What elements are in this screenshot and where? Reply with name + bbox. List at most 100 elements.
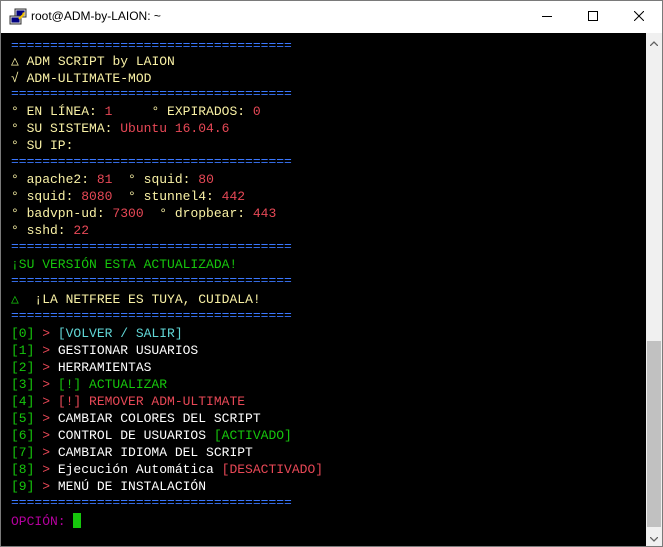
stunnel-value: 442 [221, 189, 246, 204]
sshd-value: 22 [73, 223, 90, 238]
scrollbar-thumb[interactable] [647, 341, 661, 527]
warning-triangle-icon: △ [11, 292, 19, 307]
maximize-icon [588, 8, 598, 26]
menu-number: [8] [11, 462, 35, 477]
prompt-line[interactable]: OPCIÓN: [11, 513, 82, 530]
separator-line: ==================================== [11, 38, 292, 53]
scroll-down-button[interactable] [646, 529, 662, 546]
menu-number: [9] [11, 479, 35, 494]
online-label: ° EN LÍNEA: [11, 104, 105, 119]
menu-label: [!] REMOVER ADM-ULTIMATE [57, 394, 246, 409]
minimize-button[interactable] [524, 1, 570, 33]
status-online-line: ° EN LÍNEA: 1 ° EXPIRADOS: 0 [11, 103, 261, 120]
ports-line-4: ° sshd: 22 [11, 222, 89, 239]
status-ip-line: ° SU IP: [11, 138, 74, 153]
version-message: ¡SU VERSIÓN ESTA ACTUALIZADA! [11, 257, 238, 272]
menu-arrow: > [34, 360, 58, 375]
menu-label: CONTROL DE USUARIOS [57, 428, 214, 443]
menu-number: [0] [11, 326, 35, 341]
menu-label: CAMBIAR IDIOMA DEL SCRIPT [57, 445, 253, 460]
menu-label: [!] ACTUALIZAR [57, 377, 168, 392]
netfree-message: ¡LA NETFREE ES TUYA, CUIDALA! [18, 292, 261, 307]
menu-arrow: > [34, 445, 58, 460]
menu-item-1[interactable]: [1] > GESTIONAR USUARIOS [11, 342, 198, 359]
ports-line-3: ° badvpn-ud: 7300 ° dropbear: 443 [11, 205, 276, 222]
squid-value: 8080 [81, 189, 113, 204]
squid-label: ° squid: [11, 189, 82, 204]
chevron-up-icon [649, 33, 659, 51]
system-value: Ubuntu 16.04.6 [120, 121, 230, 136]
menu-label: Ejecución Automática [57, 462, 222, 477]
status-badge: [DESACTIVADO] [221, 462, 324, 477]
menu-item-3[interactable]: [3] > [!] ACTUALIZAR [11, 376, 167, 393]
netfree-message-line: △ ¡LA NETFREE ES TUYA, CUIDALA! [11, 291, 261, 308]
window-title: root@ADM-by-LAION: ~ [31, 9, 161, 23]
menu-label: HERRAMIENTAS [57, 360, 152, 375]
menu-arrow: > [34, 479, 58, 494]
text-cursor[interactable] [73, 513, 82, 528]
header-line-1: △ ADM SCRIPT by LAION [11, 54, 175, 69]
ports-line-1: ° apache2: 81 ° squid: 80 [11, 171, 214, 188]
menu-number: [4] [11, 394, 35, 409]
badvpn-label: ° badvpn-ud: [11, 206, 113, 221]
expired-value: 0 [252, 104, 261, 119]
menu-item-2[interactable]: [2] > HERRAMIENTAS [11, 359, 151, 376]
sshd-label: ° sshd: [11, 223, 74, 238]
menu-arrow: > [34, 343, 58, 358]
separator-line: ==================================== [11, 239, 292, 254]
status-badge: [ACTIVADO] [213, 428, 292, 443]
scroll-up-button[interactable] [646, 33, 662, 50]
separator-line: ==================================== [11, 495, 292, 510]
ports-line-2: ° squid: 8080 ° stunnel4: 442 [11, 188, 245, 205]
menu-item-5[interactable]: [5] > CAMBIAR COLORES DEL SCRIPT [11, 410, 261, 427]
chevron-down-icon [649, 529, 659, 547]
separator-line: ==================================== [11, 308, 292, 323]
status-system-line: ° SU SISTEMA: Ubuntu 16.04.6 [11, 120, 229, 137]
apache-value: 81 [96, 172, 113, 187]
separator-line: ==================================== [11, 273, 292, 288]
apache-label: ° apache2: [11, 172, 97, 187]
menu-number: [5] [11, 411, 35, 426]
menu-arrow: > [34, 462, 58, 477]
close-button[interactable] [616, 1, 662, 33]
minimize-icon [542, 8, 552, 26]
menu-label: CAMBIAR COLORES DEL SCRIPT [57, 411, 261, 426]
putty-icon[interactable] [9, 8, 27, 26]
separator-line: ==================================== [11, 154, 292, 169]
menu-item-7[interactable]: [7] > CAMBIAR IDIOMA DEL SCRIPT [11, 444, 253, 461]
squid-value: 80 [198, 172, 214, 187]
dropbear-value: 443 [252, 206, 277, 221]
menu-arrow: > [34, 377, 58, 392]
menu-item-4[interactable]: [4] > [!] REMOVER ADM-ULTIMATE [11, 393, 245, 410]
badvpn-value: 7300 [112, 206, 144, 221]
menu-number: [7] [11, 445, 35, 460]
vertical-scrollbar[interactable] [646, 33, 662, 546]
terminal-output[interactable]: ==================================== △ A… [1, 33, 646, 546]
option-prompt: OPCIÓN: [11, 514, 74, 529]
dropbear-label: ° dropbear: [143, 206, 253, 221]
menu-arrow: > [34, 394, 58, 409]
menu-label: GESTIONAR USUARIOS [57, 343, 199, 358]
menu-arrow: > [34, 411, 58, 426]
menu-label: MENÚ DE INSTALACIÓN [57, 479, 207, 494]
menu-number: [2] [11, 360, 35, 375]
close-icon [633, 8, 645, 26]
maximize-button[interactable] [570, 1, 616, 33]
menu-arrow: > [34, 326, 58, 341]
squid-label: ° squid: [112, 172, 199, 187]
system-label: ° SU SISTEMA: [11, 121, 121, 136]
menu-number: [3] [11, 377, 35, 392]
menu-arrow: > [34, 428, 58, 443]
menu-number: [1] [11, 343, 35, 358]
menu-item-6[interactable]: [6] > CONTROL DE USUARIOS [ACTIVADO] [11, 427, 292, 444]
menu-number: [6] [11, 428, 35, 443]
menu-item-9[interactable]: [9] > MENÚ DE INSTALACIÓN [11, 478, 206, 495]
menu-item-0[interactable]: [0] > [VOLVER / SALIR] [11, 325, 183, 342]
menu-item-8[interactable]: [8] > Ejecución Automática [DESACTIVADO] [11, 461, 323, 478]
menu-label: [VOLVER / SALIR] [57, 326, 183, 341]
terminal-window: root@ADM-by-LAION: ~ ===================… [0, 0, 663, 547]
title-bar[interactable]: root@ADM-by-LAION: ~ [1, 1, 662, 33]
expired-label: ° EXPIRADOS: [112, 104, 253, 119]
separator-line: ==================================== [11, 86, 292, 101]
stunnel-label: ° stunnel4: [112, 189, 222, 204]
